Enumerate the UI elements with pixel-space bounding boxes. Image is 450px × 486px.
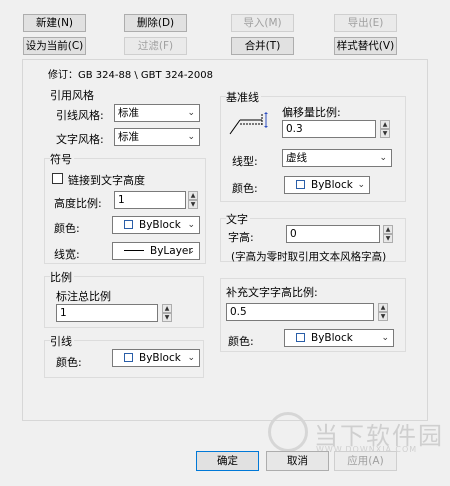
text-title: 文字 <box>226 211 250 227</box>
filter-button[interactable]: 过滤(F) <box>124 37 187 55</box>
chevron-down-icon: ⌄ <box>381 333 389 343</box>
apply-button[interactable]: 应用(A) <box>334 451 397 471</box>
height-ratio-input[interactable]: 1 <box>114 191 186 209</box>
chevron-down-icon: ⌄ <box>357 180 365 190</box>
chevron-down-icon: ⌄ <box>187 246 195 256</box>
color-swatch-icon <box>296 180 305 189</box>
text-height-input[interactable]: 0 <box>286 225 380 243</box>
total-scale-label: 标注总比例 <box>56 290 111 303</box>
link-text-height-label: 链接到文字高度 <box>68 174 145 187</box>
linewidth-label: 线宽: <box>54 248 80 261</box>
leader-color-label: 颜色: <box>56 356 82 369</box>
chevron-down-icon: ⌄ <box>187 220 195 230</box>
symbol-color-value: ByBlock <box>139 219 181 231</box>
leader-color-select[interactable]: ByBlock ⌄ <box>112 349 200 367</box>
fill-text-ratio-spinner[interactable]: ▲ ▼ <box>378 303 388 321</box>
leader-style-title: 引用风格 <box>50 87 96 103</box>
chevron-down-icon: ⌄ <box>187 132 195 142</box>
fill-text-color-value: ByBlock <box>311 332 353 344</box>
text-height-label: 字高: <box>228 231 254 244</box>
total-scale-spinner[interactable]: ▲ ▼ <box>162 304 172 322</box>
link-text-height-checkbox[interactable] <box>52 173 63 184</box>
fill-text-title: 补充文字字高比例: <box>226 284 320 300</box>
cancel-button[interactable]: 取消 <box>266 451 329 471</box>
linetype-select[interactable]: 虚线 ⌄ <box>282 149 392 167</box>
fill-text-color-select[interactable]: ByBlock ⌄ <box>284 329 394 347</box>
color-swatch-icon <box>124 353 133 362</box>
baseline-color-select[interactable]: ByBlock ⌄ <box>284 176 370 194</box>
linetype-value: 虚线 <box>286 152 307 164</box>
offset-ratio-input[interactable]: 0.3 <box>282 120 376 138</box>
text-style-label: 文字风格: <box>56 133 104 146</box>
text-style-select[interactable]: 标准 ⌄ <box>114 128 200 146</box>
merge-button[interactable]: 合并(T) <box>231 37 294 55</box>
leader-style-value: 标准 <box>118 107 139 119</box>
baseline-title: 基准线 <box>226 89 261 105</box>
baseline-color-label: 颜色: <box>232 182 258 195</box>
offset-ratio-spinner[interactable]: ▲ ▼ <box>380 120 390 138</box>
leader-color-value: ByBlock <box>139 352 181 364</box>
revision-label: 修订：GB 324-88 \ GBT 324-2008 <box>48 70 213 81</box>
baseline-color-value: ByBlock <box>311 179 353 191</box>
symbol-color-select[interactable]: ByBlock ⌄ <box>112 216 200 234</box>
new-button[interactable]: 新建(N) <box>23 14 86 32</box>
chevron-down-icon: ⌄ <box>187 353 195 363</box>
symbol-title: 符号 <box>50 151 74 167</box>
color-swatch-icon <box>296 333 305 342</box>
ok-button[interactable]: 确定 <box>196 451 259 471</box>
watermark-logo-icon <box>268 412 308 452</box>
fill-text-ratio-input[interactable]: 0.5 <box>226 303 374 321</box>
text-style-value: 标准 <box>118 131 139 143</box>
chevron-down-icon: ⌄ <box>187 108 195 118</box>
height-ratio-spinner[interactable]: ▲ ▼ <box>188 191 198 209</box>
height-ratio-label: 高度比例: <box>54 197 102 210</box>
linetype-label: 线型: <box>232 155 258 168</box>
leader-title: 引线 <box>50 333 74 349</box>
set-current-button[interactable]: 设为当前(C) <box>23 37 86 55</box>
color-swatch-icon <box>124 220 133 229</box>
baseline-diagram-icon <box>229 112 268 135</box>
leader-style-select[interactable]: 标准 ⌄ <box>114 104 200 122</box>
style-replace-button[interactable]: 样式替代(V) <box>334 37 397 55</box>
fill-text-color-label: 颜色: <box>228 335 254 348</box>
text-height-spinner[interactable]: ▲ ▼ <box>383 225 393 243</box>
symbol-color-label: 颜色: <box>54 222 80 235</box>
import-button[interactable]: 导入(M) <box>231 14 294 32</box>
scale-title: 比例 <box>50 269 74 285</box>
linewidth-select[interactable]: ByLayer ⌄ <box>112 242 200 260</box>
text-height-note: (字高为零时取引用文本风格字高) <box>231 251 387 263</box>
offset-ratio-label: 偏移量比例: <box>282 106 341 119</box>
total-scale-input[interactable]: 1 <box>56 304 158 322</box>
chevron-down-icon: ⌄ <box>379 153 387 163</box>
leader-style-label: 引线风格: <box>56 109 104 122</box>
export-button[interactable]: 导出(E) <box>334 14 397 32</box>
linewidth-value: ByLayer <box>150 245 193 257</box>
line-sample-icon <box>124 250 144 251</box>
delete-button[interactable]: 删除(D) <box>124 14 187 32</box>
